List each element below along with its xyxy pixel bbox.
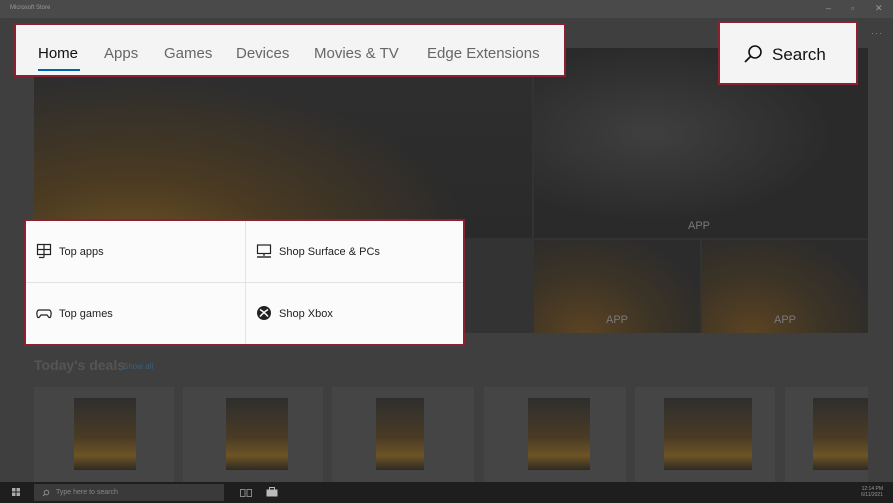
search-button[interactable]: Search <box>718 21 858 85</box>
deal-thumbnail <box>813 398 868 470</box>
monitor-icon <box>256 244 272 258</box>
tab-games[interactable]: Games <box>164 45 212 62</box>
deal-card[interactable] <box>785 387 868 484</box>
deal-card[interactable] <box>484 387 626 484</box>
window-title: Microsoft Store <box>10 5 51 11</box>
deal-thumbnail <box>226 398 288 470</box>
tab-movies-tv[interactable]: Movies & TV <box>314 45 399 62</box>
hero-tile-app[interactable]: APP <box>534 240 700 333</box>
quick-link-label: Top apps <box>59 246 104 258</box>
clock-date: 6/11/2021 <box>861 492 883 498</box>
hero-tile-label: APP <box>688 220 711 232</box>
hero-tile-app[interactable]: APP <box>702 240 868 333</box>
divider <box>26 282 463 283</box>
deal-card[interactable] <box>332 387 474 484</box>
more-options-icon[interactable]: ··· <box>871 28 883 38</box>
top-nav: Home Apps Games Devices Movies & TV Edge… <box>14 23 566 77</box>
hero-tile-label: APP <box>606 314 629 326</box>
taskbar-search[interactable]: Type here to search <box>34 484 224 501</box>
deal-card[interactable] <box>183 387 323 484</box>
tab-devices[interactable]: Devices <box>236 45 289 62</box>
taskbar-search-placeholder: Type here to search <box>56 489 118 496</box>
quick-link-shop-xbox[interactable]: Shop Xbox <box>256 305 456 325</box>
system-tray-clock[interactable]: 12:14 PM 6/11/2021 <box>861 486 883 498</box>
maximize-icon[interactable]: ▫ <box>851 3 854 13</box>
quick-link-label: Shop Xbox <box>279 308 333 320</box>
tab-edge-extensions[interactable]: Edge Extensions <box>427 45 540 62</box>
show-all-link[interactable]: Show all <box>123 362 153 371</box>
deal-thumbnail <box>376 398 424 470</box>
quick-link-top-games[interactable]: Top games <box>36 305 236 325</box>
deal-thumbnail <box>528 398 590 470</box>
deals-heading: Today's deals <box>34 357 125 373</box>
quick-link-top-apps[interactable]: Top apps <box>36 243 236 263</box>
active-tab-indicator <box>38 69 80 71</box>
search-label: Search <box>772 45 826 64</box>
taskbar: Type here to search 12:14 PM 6/11/2021 <box>0 482 893 503</box>
task-view-icon[interactable] <box>240 489 252 497</box>
search-icon <box>42 489 50 497</box>
tab-apps[interactable]: Apps <box>104 45 138 62</box>
search-icon <box>744 45 762 63</box>
quick-links-panel: Top apps Shop Surface & PCs Top games Sh… <box>24 219 465 346</box>
deal-thumbnail <box>74 398 136 470</box>
close-icon[interactable]: ✕ <box>875 3 883 14</box>
tab-home[interactable]: Home <box>38 45 78 62</box>
gamepad-icon <box>36 309 52 319</box>
quick-link-label: Shop Surface & PCs <box>279 246 380 258</box>
deal-card[interactable] <box>635 387 775 484</box>
title-bar: Microsoft Store – ▫ ✕ <box>0 0 893 18</box>
deal-card[interactable] <box>34 387 174 484</box>
windows-start-icon[interactable] <box>12 488 20 496</box>
apps-grid-icon <box>36 243 52 259</box>
deal-thumbnail <box>664 398 752 470</box>
store-app-icon[interactable] <box>266 487 278 497</box>
minimize-icon[interactable]: – <box>826 3 831 13</box>
quick-link-label: Top games <box>59 308 113 320</box>
xbox-logo-icon <box>257 306 271 320</box>
quick-link-shop-surface[interactable]: Shop Surface & PCs <box>256 243 456 263</box>
hero-tile-label: APP <box>774 314 797 326</box>
